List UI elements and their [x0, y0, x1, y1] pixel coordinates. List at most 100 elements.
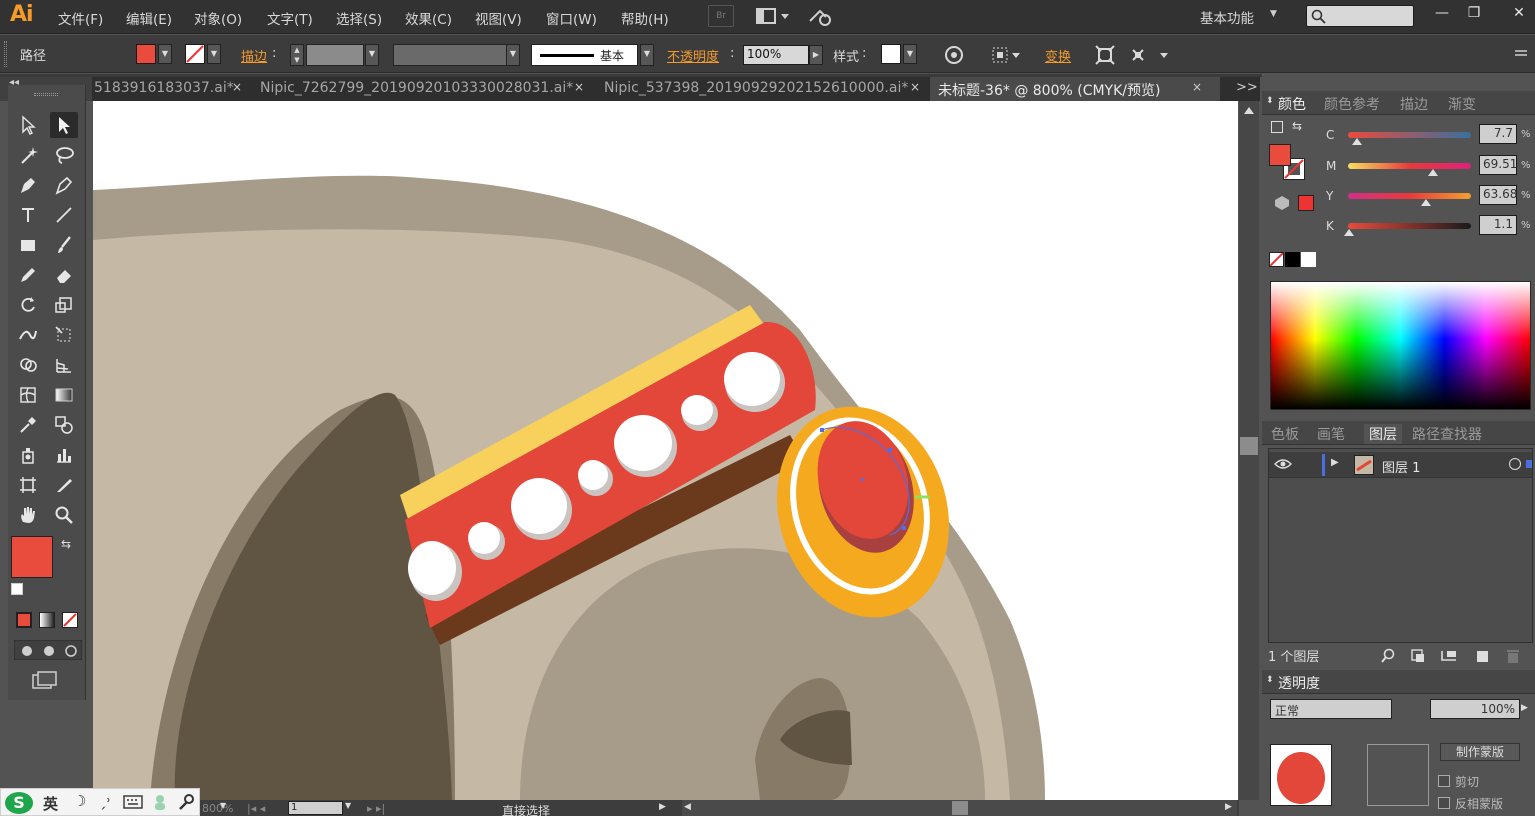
channel-c-slider[interactable]	[1348, 132, 1471, 138]
variable-width-profile[interactable]	[393, 44, 507, 66]
gamut-color-swatch[interactable]	[1298, 195, 1314, 211]
blend-mode-select[interactable]: 正常	[1270, 699, 1392, 719]
tab-swatches[interactable]: 色板	[1271, 424, 1299, 444]
tab-pathfinder[interactable]: 路径查找器	[1412, 424, 1482, 444]
punctuation-icon[interactable]: ˏ˒	[99, 792, 111, 810]
graphic-style-dropdown[interactable]: ▼	[903, 44, 917, 64]
close-icon[interactable]: ×	[1192, 80, 1202, 94]
rotate-tool-icon[interactable]	[14, 292, 42, 318]
restore-button[interactable]: ❐	[1462, 3, 1486, 25]
flip-icon[interactable]	[1130, 44, 1170, 69]
control-panel-menu-icon[interactable]	[1513, 46, 1529, 65]
locate-object-icon[interactable]	[1380, 648, 1396, 667]
mesh-tool-icon[interactable]	[14, 382, 42, 408]
tab-document-3[interactable]: Nipic_537398_20190929202152610000.ai*	[602, 77, 912, 101]
status-menu-arrow[interactable]: ▶	[659, 802, 666, 812]
vertical-scrollbar[interactable]	[1239, 101, 1259, 800]
width-tool-icon[interactable]	[14, 322, 42, 348]
opacity-input[interactable]: 100%	[743, 45, 809, 65]
channel-k-slider[interactable]	[1348, 223, 1471, 229]
shape-builder-tool-icon[interactable]	[14, 352, 42, 378]
mask-thumbnail[interactable]	[1367, 744, 1429, 806]
scale-tool-icon[interactable]	[50, 292, 78, 318]
panel-collapse-icon[interactable]: ⬍	[1266, 96, 1274, 106]
eraser-tool-icon[interactable]	[50, 262, 78, 288]
selection-indicator[interactable]	[1526, 460, 1532, 468]
menu-select[interactable]: 选择(S)	[336, 8, 382, 28]
channel-k-thumb[interactable]	[1344, 229, 1355, 236]
new-sublayer-icon[interactable]	[1440, 648, 1458, 667]
gradient-mode-icon[interactable]	[39, 612, 55, 628]
menu-type[interactable]: 文字(T)	[267, 8, 313, 28]
menu-object[interactable]: 对象(O)	[194, 8, 242, 28]
clip-checkbox[interactable]	[1438, 775, 1450, 787]
recolor-artwork-icon[interactable]	[943, 44, 965, 69]
arrange-documents-icon[interactable]	[755, 5, 789, 27]
delete-layer-icon[interactable]	[1505, 648, 1521, 667]
blend-tool-icon[interactable]	[50, 412, 78, 438]
pencil-tool-icon[interactable]	[14, 262, 42, 288]
isolate-icon[interactable]	[1094, 44, 1116, 69]
hand-tool-icon[interactable]	[14, 502, 42, 528]
lasso-tool-icon[interactable]	[50, 142, 78, 168]
eye-icon[interactable]	[1274, 457, 1292, 474]
keyboard-icon[interactable]	[123, 795, 143, 812]
channel-m-thumb[interactable]	[1428, 169, 1439, 176]
menu-effect[interactable]: 效果(C)	[405, 8, 452, 28]
opacity-label[interactable]: 不透明度	[667, 46, 719, 65]
ime-language-toggle[interactable]: 英	[43, 793, 58, 814]
channel-c-thumb[interactable]	[1352, 138, 1363, 145]
swap-fill-stroke-icon[interactable]: ⇆	[61, 537, 71, 551]
eyedropper-tool-icon[interactable]	[14, 412, 42, 438]
stroke-weight-dropdown[interactable]: ▼	[365, 44, 379, 66]
line-segment-tool-icon[interactable]	[50, 202, 78, 228]
channel-k-input[interactable]: 1.1	[1479, 215, 1517, 235]
tab-brushes[interactable]: 画笔	[1317, 424, 1345, 444]
tab-layers[interactable]: 图层	[1364, 424, 1402, 444]
zoom-tool-icon[interactable]	[50, 502, 78, 528]
magic-wand-tool-icon[interactable]	[14, 142, 42, 168]
tabs-overflow-button[interactable]: >>	[1236, 80, 1258, 95]
default-colors-icon[interactable]	[11, 583, 23, 595]
invert-mask-checkbox[interactable]	[1438, 797, 1450, 809]
menu-view[interactable]: 视图(V)	[475, 8, 522, 28]
screen-mode-icon[interactable]	[32, 670, 58, 693]
stroke-weight-stepper[interactable]: ▲ ▼	[290, 44, 304, 66]
gradient-tool-icon[interactable]	[50, 382, 78, 408]
rectangle-tool-icon[interactable]	[14, 232, 42, 258]
scroll-right-arrow[interactable]: ▶	[1225, 802, 1232, 812]
make-mask-button[interactable]: 制作蒙版	[1440, 743, 1520, 761]
scroll-up-arrow[interactable]	[1244, 107, 1254, 114]
transparency-title[interactable]: 透明度	[1278, 673, 1320, 693]
tab-document-active[interactable]: 未标题-36* @ 800% (CMYK/预览)	[930, 77, 1220, 101]
artboard-tool-icon[interactable]	[14, 472, 42, 498]
menu-help[interactable]: 帮助(H)	[621, 8, 669, 28]
channel-y-thumb[interactable]	[1421, 199, 1432, 206]
tab-gradient[interactable]: 渐变	[1448, 94, 1476, 114]
fill-swatch[interactable]	[136, 44, 156, 64]
curvature-tool-icon[interactable]	[50, 172, 78, 198]
perspective-grid-tool-icon[interactable]	[50, 352, 78, 378]
menu-edit[interactable]: 编辑(E)	[126, 8, 172, 28]
variable-width-dropdown[interactable]: ▼	[506, 44, 520, 66]
zoom-dropdown[interactable]: ▼	[220, 801, 232, 815]
scroll-thumb[interactable]	[1240, 437, 1258, 455]
white-swatch[interactable]	[1301, 252, 1316, 267]
artboard-dropdown[interactable]: ▼	[345, 801, 351, 810]
tab-stroke[interactable]: 描边	[1400, 94, 1428, 114]
tab-document-2[interactable]: Nipic_7262799_20190920103330028031.ai*	[258, 77, 576, 101]
bridge-button[interactable]: Br	[708, 5, 734, 27]
gpu-performance-icon[interactable]	[806, 5, 832, 27]
brush-definition[interactable]: 基本	[531, 44, 638, 66]
align-to-icon[interactable]	[990, 44, 1024, 69]
none-mode-icon[interactable]	[62, 612, 78, 628]
panel-grip[interactable]	[34, 93, 58, 96]
color-mode-icon[interactable]	[16, 612, 32, 628]
tab-color[interactable]: 颜色	[1278, 94, 1306, 114]
free-transform-tool-icon[interactable]	[50, 322, 78, 348]
menu-file[interactable]: 文件(F)	[58, 8, 103, 28]
tab-color-guide[interactable]: 颜色参考	[1324, 94, 1380, 114]
stroke-weight-label[interactable]: 描边	[241, 46, 267, 65]
stroke-weight-field[interactable]	[306, 44, 364, 66]
h-scroll-thumb[interactable]	[952, 801, 968, 815]
